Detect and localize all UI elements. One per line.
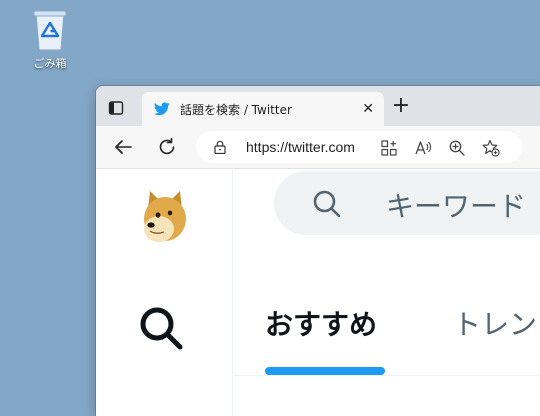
reload-icon[interactable]: [156, 136, 178, 158]
twitter-bird-icon: [154, 101, 170, 117]
tab-for-you[interactable]: おすすめ: [265, 303, 377, 343]
tab-actions-icon: [108, 101, 124, 115]
search-bar[interactable]: キーワード: [274, 171, 540, 235]
doge-logo-icon[interactable]: [140, 189, 190, 245]
tab-title: 話題を検索 / Twitter: [180, 102, 292, 117]
tab-actions-button[interactable]: [106, 98, 126, 118]
explore-search-icon[interactable]: [138, 305, 184, 351]
address-url[interactable]: https://twitter.com: [246, 139, 355, 155]
explore-tabs: おすすめ トレンド: [233, 295, 540, 376]
recycle-bin-label: ごみ箱: [33, 57, 67, 70]
tab-strip: 話題を検索 / Twitter ✕ +: [96, 86, 540, 126]
lock-icon[interactable]: [214, 140, 226, 154]
new-tab-button[interactable]: +: [388, 93, 414, 119]
search-icon: [313, 190, 341, 218]
browser-toolbar: https://twitter.com: [96, 126, 540, 169]
twitter-page: キーワード おすすめ トレンド: [96, 169, 540, 416]
apps-add-icon[interactable]: [380, 139, 398, 157]
tab-close-icon[interactable]: ✕: [362, 101, 374, 117]
browser-window: 話題を検索 / Twitter ✕ + https://twitter.com: [96, 86, 540, 416]
read-aloud-icon[interactable]: [414, 139, 432, 157]
tab-twitter-explore[interactable]: 話題を検索 / Twitter ✕: [142, 92, 384, 126]
tab-trending[interactable]: トレンド: [453, 303, 540, 343]
search-input[interactable]: キーワード: [386, 185, 526, 225]
recycle-bin-icon: [33, 10, 67, 51]
favorite-add-icon[interactable]: [482, 139, 500, 157]
twitter-left-nav: [96, 169, 233, 416]
address-bar[interactable]: https://twitter.com: [196, 131, 522, 163]
back-arrow-icon[interactable]: [112, 136, 134, 158]
recycle-bin-shortcut[interactable]: ごみ箱: [24, 6, 76, 71]
active-tab-indicator: [265, 367, 385, 375]
zoom-in-icon[interactable]: [448, 139, 466, 157]
